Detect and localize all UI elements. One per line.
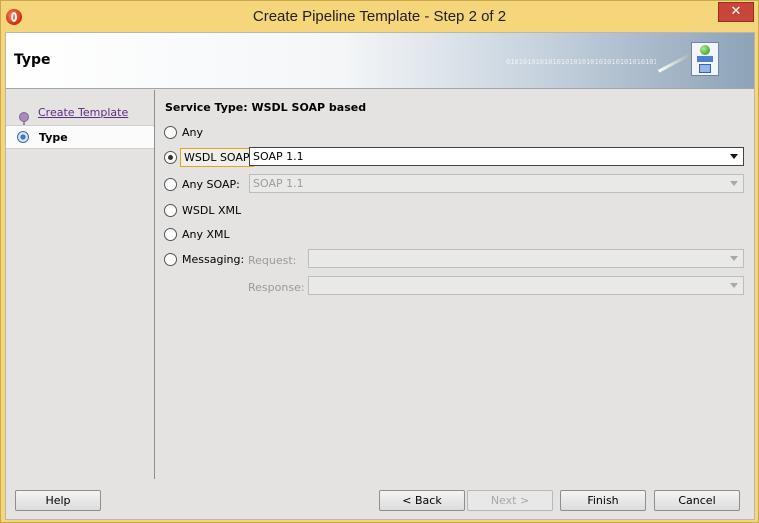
title-bar[interactable]: Create Pipeline Template - Step 2 of 2 ✕ xyxy=(1,1,758,33)
chevron-down-icon xyxy=(730,181,738,186)
radio-any-xml-label: Any XML xyxy=(182,228,230,241)
radio-wsdl-xml-label: WSDL XML xyxy=(182,204,242,217)
step-create-template-link[interactable]: Create Template xyxy=(38,106,128,119)
step-type-label: Type xyxy=(39,131,68,144)
wizard-header: Type 01010101010101010101010101010101010… xyxy=(6,33,754,89)
response-label: Response: xyxy=(248,281,305,294)
radio-any-button[interactable] xyxy=(164,126,177,139)
pipeline-wizard-icon xyxy=(691,42,719,76)
wand-decoration xyxy=(657,51,695,73)
radio-wsdl-xml[interactable]: WSDL XML xyxy=(164,202,264,220)
wizard-steps-nav: Create Template Type xyxy=(6,90,155,479)
step-current-icon xyxy=(17,131,29,143)
request-label: Request: xyxy=(248,254,297,267)
radio-wsdl-soap-label: WSDL SOAP xyxy=(180,148,254,167)
radio-any-soap-button[interactable] xyxy=(164,178,177,191)
finish-button[interactable]: Finish xyxy=(560,490,646,511)
back-button[interactable]: < Back xyxy=(379,490,465,511)
radio-messaging[interactable]: Messaging: xyxy=(164,251,244,269)
page-title: Type xyxy=(14,52,51,68)
section-title: Service Type: WSDL SOAP based xyxy=(165,101,367,114)
chevron-down-icon xyxy=(730,256,738,261)
close-button[interactable]: ✕ xyxy=(718,2,754,22)
radio-any-label: Any xyxy=(182,126,204,139)
step-visited-icon xyxy=(19,112,29,122)
radio-messaging-label: Messaging: xyxy=(182,253,245,266)
radio-messaging-button[interactable] xyxy=(164,253,177,266)
cancel-button[interactable]: Cancel xyxy=(654,490,740,511)
dialog-body: Type 01010101010101010101010101010101010… xyxy=(5,32,755,520)
radio-wsdl-soap-button[interactable] xyxy=(164,151,177,164)
chevron-down-icon xyxy=(730,154,738,159)
wizard-content: Service Type: WSDL SOAP based Any WSDL S… xyxy=(156,90,754,479)
radio-any-xml-button[interactable] xyxy=(164,228,177,241)
window-title: Create Pipeline Template - Step 2 of 2 xyxy=(252,8,507,25)
radio-any-soap-label: Any SOAP: xyxy=(182,178,240,191)
wsdl-soap-version-select[interactable]: SOAP 1.1 xyxy=(249,147,744,166)
step-type-current[interactable]: Type xyxy=(6,125,154,149)
radio-any-xml[interactable]: Any XML xyxy=(164,226,264,244)
binary-decoration: 0101010101010101010101010101010101010101 xyxy=(506,59,656,66)
radio-any-soap[interactable]: Any SOAP: xyxy=(164,176,254,194)
any-soap-version-value: SOAP 1.1 xyxy=(253,177,304,190)
next-button[interactable]: Next > xyxy=(467,490,553,511)
radio-any[interactable]: Any xyxy=(164,124,264,142)
request-select[interactable] xyxy=(308,249,744,268)
radio-wsdl-xml-button[interactable] xyxy=(164,204,177,217)
any-soap-version-select[interactable]: SOAP 1.1 xyxy=(249,174,744,193)
dialog-window: Create Pipeline Template - Step 2 of 2 ✕… xyxy=(0,0,759,523)
help-button[interactable]: Help xyxy=(15,490,101,511)
chevron-down-icon xyxy=(730,283,738,288)
response-select[interactable] xyxy=(308,276,744,295)
wsdl-soap-version-value: SOAP 1.1 xyxy=(253,150,304,163)
radio-wsdl-soap[interactable]: WSDL SOAP xyxy=(164,148,254,167)
